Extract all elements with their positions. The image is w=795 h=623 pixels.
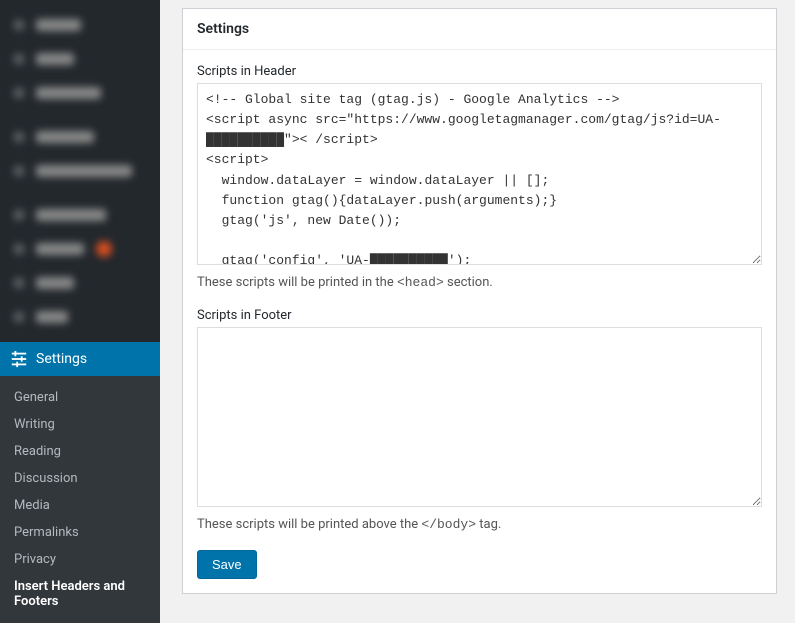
menu-icon [10,16,28,34]
settings-panel: Settings Scripts in Header These scripts… [182,8,777,594]
main-content: Settings Scripts in Header These scripts… [160,0,795,609]
menu-icon [10,240,28,258]
panel-title: Settings [183,9,776,50]
submenu-item-writing[interactable]: Writing [0,411,160,438]
sidebar-item-blurred[interactable] [0,300,160,334]
sidebar-blurred-section [0,0,160,342]
menu-icon [10,84,28,102]
settings-submenu: GeneralWritingReadingDiscussionMediaPerm… [0,376,160,623]
submenu-item-general[interactable]: General [0,384,160,411]
submenu-item-privacy[interactable]: Privacy [0,546,160,573]
sidebar-item-blurred[interactable] [0,120,160,154]
menu-icon [10,162,28,180]
footer-scripts-textarea[interactable] [197,327,762,507]
sidebar-item-blurred[interactable] [0,198,160,232]
footer-scripts-label: Scripts in Footer [197,308,762,323]
sidebar-item-blurred[interactable] [0,154,160,188]
submenu-item-discussion[interactable]: Discussion [0,465,160,492]
menu-icon [10,206,28,224]
sidebar-item-label: Settings [36,351,87,367]
sidebar-item-blurred[interactable] [0,42,160,76]
menu-icon [10,50,28,68]
save-button[interactable]: Save [197,550,257,579]
update-badge [96,241,112,257]
submenu-item-reading[interactable]: Reading [0,438,160,465]
submenu-item-permalinks[interactable]: Permalinks [0,519,160,546]
sliders-icon [10,350,28,368]
footer-scripts-help: These scripts will be printed above the … [197,517,762,532]
menu-icon [10,128,28,146]
menu-icon [10,308,28,326]
sidebar-item-settings[interactable]: Settings [0,342,160,376]
sidebar-item-blurred[interactable] [0,232,160,266]
header-scripts-label: Scripts in Header [197,64,762,79]
sidebar-item-blurred[interactable] [0,266,160,300]
menu-icon [10,274,28,292]
header-scripts-textarea[interactable] [197,83,762,265]
header-scripts-help: These scripts will be printed in the <he… [197,275,762,290]
sidebar-item-blurred[interactable] [0,76,160,110]
sidebar-item-blurred[interactable] [0,8,160,42]
submenu-item-media[interactable]: Media [0,492,160,519]
admin-sidebar: Settings GeneralWritingReadingDiscussion… [0,0,160,609]
